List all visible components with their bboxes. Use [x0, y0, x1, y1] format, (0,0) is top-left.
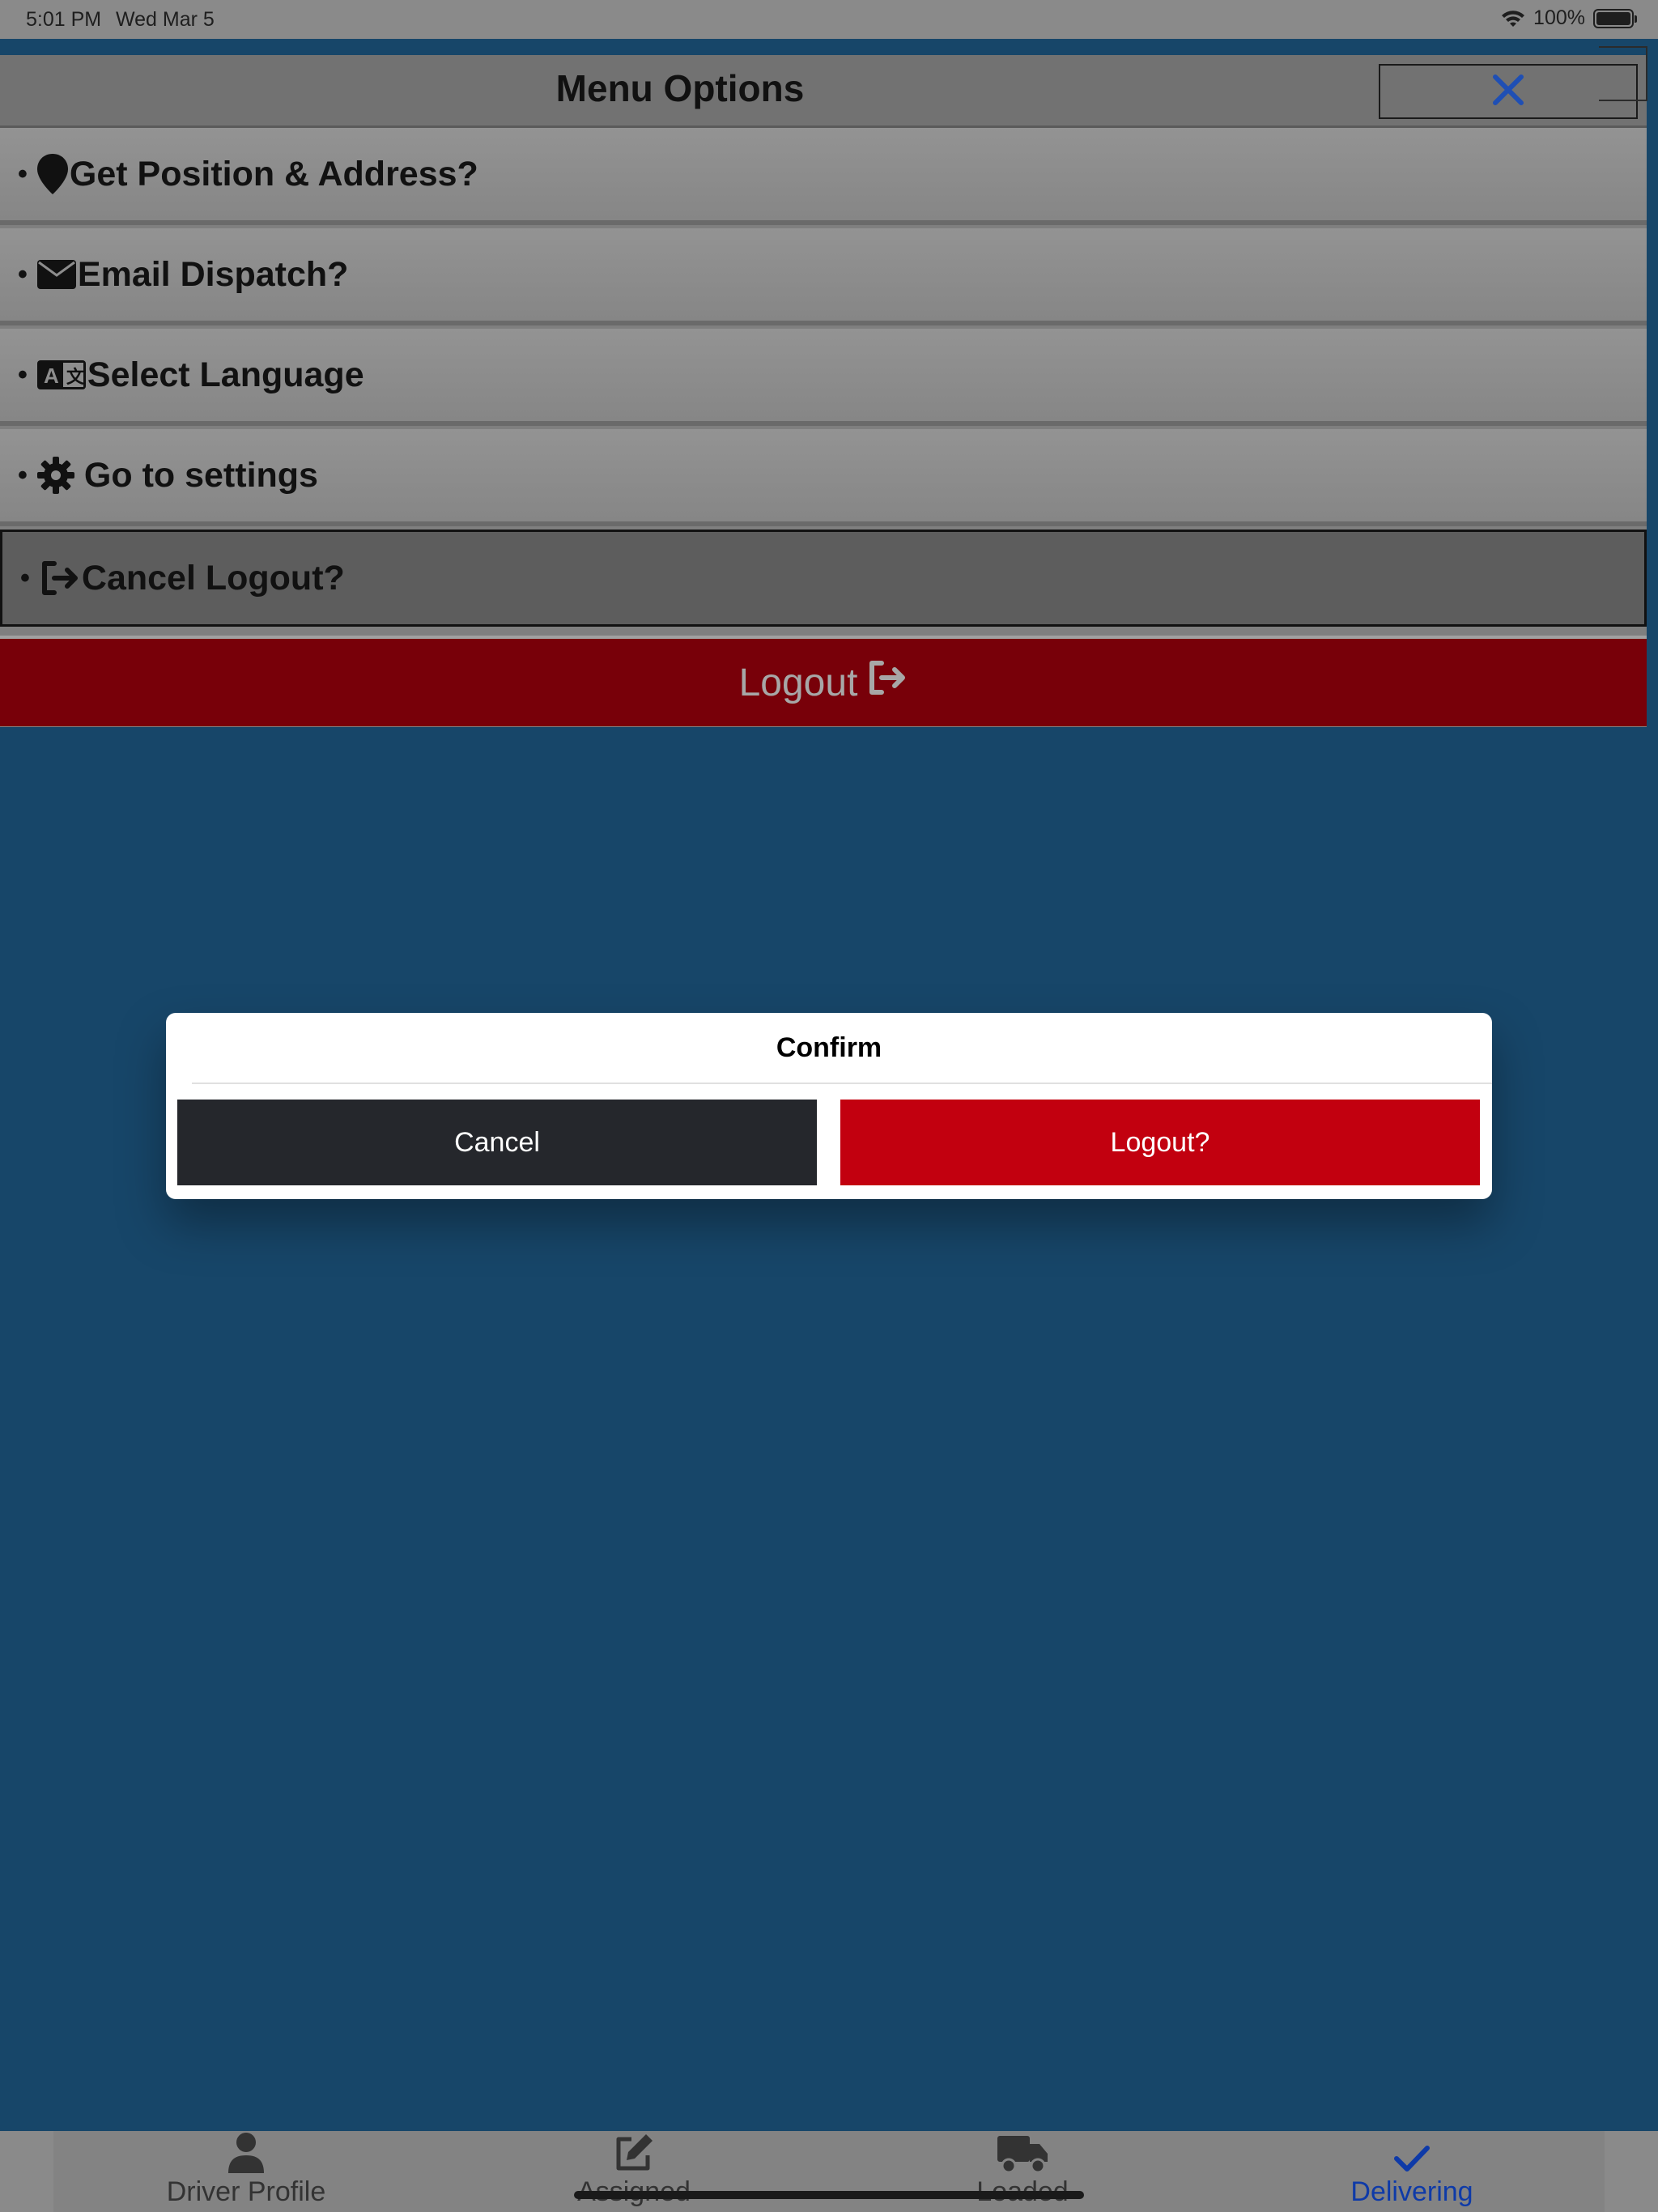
- menu-title: Menu Options: [555, 67, 805, 109]
- menu-header: Menu Options: [0, 55, 1647, 128]
- wifi-icon: [1501, 9, 1525, 28]
- gear-icon: [36, 457, 74, 494]
- close-icon: [1491, 73, 1525, 111]
- menu-item-settings[interactable]: • Go to settings: [0, 429, 1647, 526]
- menu-item-select-language[interactable]: • A文 Select Language: [0, 329, 1647, 426]
- menu-item-label: Get Position & Address?: [69, 154, 478, 194]
- menu-item-label: Cancel Logout?: [81, 558, 345, 598]
- panel-corner-frame: [1599, 46, 1647, 101]
- confirm-dialog: Confirm Cancel Logout?: [166, 1013, 1492, 1199]
- dialog-title: Confirm: [776, 1032, 882, 1063]
- menu-item-cancel-logout[interactable]: • Cancel Logout?: [0, 530, 1647, 627]
- status-time: 5:01 PM: [26, 8, 102, 31]
- tab-driver-profile[interactable]: Driver Profile: [76, 2131, 416, 2212]
- status-date: Wed Mar 5: [116, 8, 215, 31]
- battery-icon: [1593, 8, 1637, 28]
- user-icon: [228, 2131, 264, 2176]
- envelope-icon: [36, 260, 76, 289]
- tab-label: Driver Profile: [166, 2176, 326, 2207]
- tab-assigned[interactable]: Assigned: [464, 2131, 804, 2212]
- dialog-divider: [192, 1083, 1492, 1084]
- confirm-logout-button[interactable]: Logout?: [840, 1100, 1480, 1185]
- edit-icon: [614, 2131, 654, 2176]
- map-marker-icon: [36, 154, 68, 194]
- svg-text:A: A: [44, 364, 59, 388]
- truck-icon: [997, 2131, 1048, 2176]
- check-icon: [1393, 2131, 1431, 2176]
- logout-button[interactable]: Logout: [0, 636, 1647, 726]
- bullet: •: [18, 459, 28, 491]
- tab-bar: Driver Profile Assigned Loaded Deliverin…: [0, 2131, 1658, 2212]
- tab-loaded[interactable]: Loaded: [852, 2131, 1192, 2212]
- menu-item-label: Go to settings: [83, 455, 318, 495]
- menu-item-get-position[interactable]: • Get Position & Address?: [0, 128, 1647, 225]
- menu-item-label: Email Dispatch?: [77, 254, 349, 294]
- home-indicator: [574, 2191, 1084, 2199]
- status-right: 100%: [1501, 6, 1637, 30]
- tab-label: Delivering: [1350, 2176, 1473, 2207]
- bullet: •: [20, 562, 30, 593]
- menu-panel: Menu Options • Get Position & Address? •…: [0, 55, 1647, 727]
- sign-out-icon: [867, 660, 908, 705]
- sign-out-icon: [40, 560, 80, 596]
- language-icon: A文: [36, 360, 86, 389]
- status-bar: 5:01 PM Wed Mar 5 100%: [0, 0, 1658, 39]
- svg-text:文: 文: [66, 367, 85, 387]
- bullet: •: [18, 158, 28, 189]
- cancel-button[interactable]: Cancel: [177, 1100, 817, 1185]
- battery-percent: 100%: [1533, 6, 1585, 29]
- logout-label: Logout: [738, 661, 858, 704]
- bullet: •: [18, 258, 28, 290]
- bullet: •: [18, 359, 28, 390]
- menu-item-label: Select Language: [87, 355, 364, 394]
- battery-fill: [1596, 11, 1630, 25]
- tab-delivering[interactable]: Delivering: [1242, 2131, 1582, 2212]
- menu-item-email-dispatch[interactable]: • Email Dispatch?: [0, 228, 1647, 325]
